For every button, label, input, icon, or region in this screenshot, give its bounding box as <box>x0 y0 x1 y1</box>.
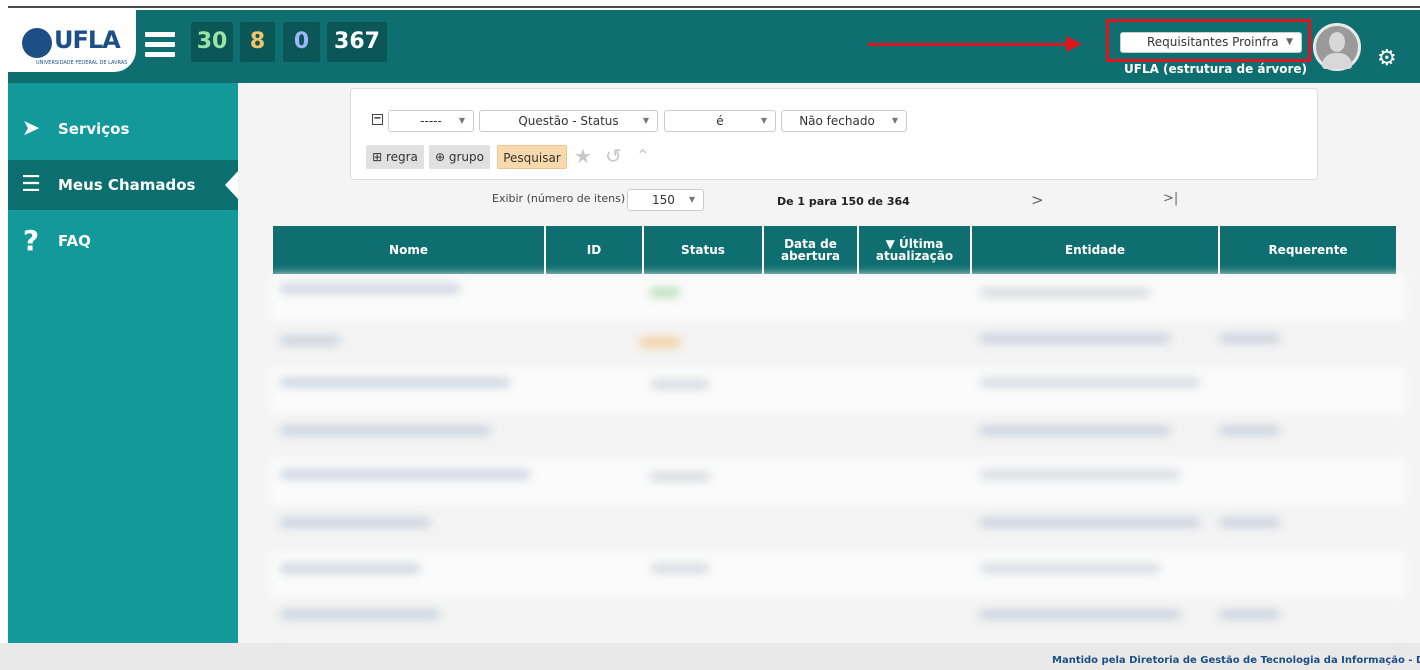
sidebar-item-label: Meus Chamados <box>58 176 196 194</box>
operator-select-value: é <box>716 114 724 128</box>
annotation-arrow-line <box>868 43 1068 46</box>
collapse-icon[interactable]: − <box>372 114 383 125</box>
counter-pending-value: 8 <box>249 29 266 54</box>
sidebar: ➤ Serviços ☰ Meus Chamados ? FAQ <box>8 83 239 643</box>
search-panel <box>350 88 1318 180</box>
table-row[interactable] <box>270 551 1405 597</box>
add-rule-label: regra <box>385 150 418 164</box>
hamburger-menu-icon[interactable] <box>145 32 175 60</box>
pager-range-info: De 1 para 150 de 364 <box>777 195 910 208</box>
chevron-down-icon: ▼ <box>458 116 465 125</box>
footer-text: Mantido pela Diretoria de Gestão de Tecn… <box>1052 655 1420 666</box>
list-check-icon: ☰ <box>21 172 41 197</box>
table-row[interactable] <box>270 413 1405 459</box>
table-row[interactable] <box>270 459 1405 505</box>
column-header-data-abertura[interactable]: Data de abertura <box>763 226 859 274</box>
table-row[interactable] <box>270 505 1405 551</box>
page-size-value: 150 <box>652 193 675 207</box>
annotation-arrow-head <box>1066 36 1082 52</box>
counter-waiting[interactable]: 0 <box>283 22 320 62</box>
next-page-icon[interactable]: > <box>1031 191 1044 209</box>
value-select[interactable]: Não fechado ▼ <box>781 110 907 132</box>
ufla-logo[interactable]: UFLA UNIVERSIDADE FEDERAL DE LAVRAS <box>8 10 136 72</box>
sidebar-item-meus-chamados[interactable]: ☰ Meus Chamados <box>8 160 239 210</box>
counter-total[interactable]: 367 <box>327 22 387 62</box>
undo-icon[interactable]: ↺ <box>605 144 622 168</box>
column-header-status[interactable]: Status <box>643 226 764 274</box>
criterion-select[interactable]: Questão - Status ▼ <box>479 110 658 132</box>
page-size-select[interactable]: 150 ▼ <box>627 189 704 211</box>
field-select-value: ----- <box>420 114 442 128</box>
paper-plane-icon: ➤ <box>21 116 41 141</box>
top-border-line <box>8 6 1420 8</box>
add-group-label: grupo <box>448 150 484 164</box>
field-select[interactable]: ----- ▼ <box>388 110 474 132</box>
display-count-label: Exibir (número de itens) <box>492 192 626 205</box>
logo-mark-icon <box>22 28 52 58</box>
counter-waiting-value: 0 <box>293 29 310 54</box>
sidebar-item-faq[interactable]: ? FAQ <box>8 216 238 266</box>
gear-icon[interactable]: ⚙ <box>1377 48 1397 70</box>
column-header-entidade[interactable]: Entidade <box>971 226 1220 274</box>
table-row[interactable] <box>270 321 1405 367</box>
entity-label[interactable]: UFLA (estrutura de árvore) <box>1124 62 1307 76</box>
user-avatar[interactable] <box>1313 23 1361 71</box>
search-button-label: Pesquisar <box>503 151 561 165</box>
table-row[interactable] <box>270 275 1405 321</box>
counter-new-value: 30 <box>196 29 228 54</box>
column-header-ultima-atualizacao[interactable]: ▼ Última atualização <box>858 226 972 274</box>
add-group-button[interactable]: ⊕ grupo <box>429 145 490 169</box>
logo-text: UFLA <box>54 26 121 54</box>
question-icon: ? <box>22 224 40 257</box>
counter-total-value: 367 <box>334 29 380 54</box>
sidebar-item-label: FAQ <box>58 232 91 250</box>
chevron-down-icon: ▼ <box>760 116 767 125</box>
plus-circle-icon: ⊕ <box>434 150 446 164</box>
counter-new[interactable]: 30 <box>191 22 233 62</box>
tickets-table: Nome ID Status Data de abertura ▼ Última… <box>273 226 1396 274</box>
plus-square-icon: ⊞ <box>372 150 383 164</box>
sidebar-item-label: Serviços <box>58 120 130 138</box>
annotation-highlight-box <box>1106 19 1311 62</box>
column-header-requerente[interactable]: Requerente <box>1219 226 1396 274</box>
criterion-select-value: Questão - Status <box>518 114 619 128</box>
logo-subtitle: UNIVERSIDADE FEDERAL DE LAVRAS <box>36 60 128 66</box>
chevron-down-icon: ▼ <box>891 116 898 125</box>
column-header-nome[interactable]: Nome <box>273 226 546 274</box>
sidebar-item-servicos[interactable]: ➤ Serviços <box>8 104 238 154</box>
avatar-body <box>1322 53 1352 69</box>
avatar-head <box>1329 32 1345 52</box>
chevron-down-icon: ▼ <box>642 116 649 125</box>
chevron-down-icon: ▼ <box>688 195 695 204</box>
chevron-double-up-icon[interactable]: ⌃ <box>636 144 649 168</box>
blurred-table-rows <box>270 275 1405 640</box>
table-row[interactable] <box>270 367 1405 413</box>
counter-pending[interactable]: 8 <box>240 22 275 62</box>
search-button[interactable]: Pesquisar <box>497 145 567 169</box>
column-header-id[interactable]: ID <box>545 226 644 274</box>
add-rule-button[interactable]: ⊞ regra <box>366 145 424 169</box>
value-select-value: Não fechado <box>799 114 875 128</box>
operator-select[interactable]: é ▼ <box>664 110 776 132</box>
table-row[interactable] <box>270 597 1405 640</box>
last-page-icon[interactable]: >| <box>1163 191 1178 206</box>
active-indicator <box>225 170 239 200</box>
star-icon[interactable]: ★ <box>574 144 592 168</box>
